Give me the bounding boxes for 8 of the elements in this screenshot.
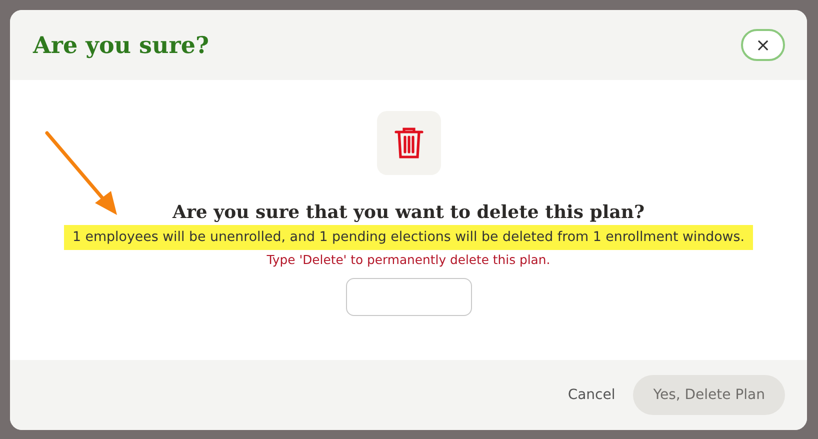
close-button[interactable]: ×: [741, 29, 785, 61]
input-field[interactable]: [346, 278, 472, 316]
confirm-heading: Are you sure that you want to delete this plan?: [172, 202, 644, 223]
dialog-title: Are you sure?: [33, 32, 209, 58]
impact-text: 1 employees will be unenrolled, and 1 pending elections will be deleted from 1 enrollment windows.: [64, 225, 752, 250]
trash-icon: [376, 111, 440, 175]
cancel-button[interactable]: Cancel: [558, 379, 626, 411]
instruction-text: Type 'Delete' to permanently delete this plan.: [266, 252, 550, 267]
